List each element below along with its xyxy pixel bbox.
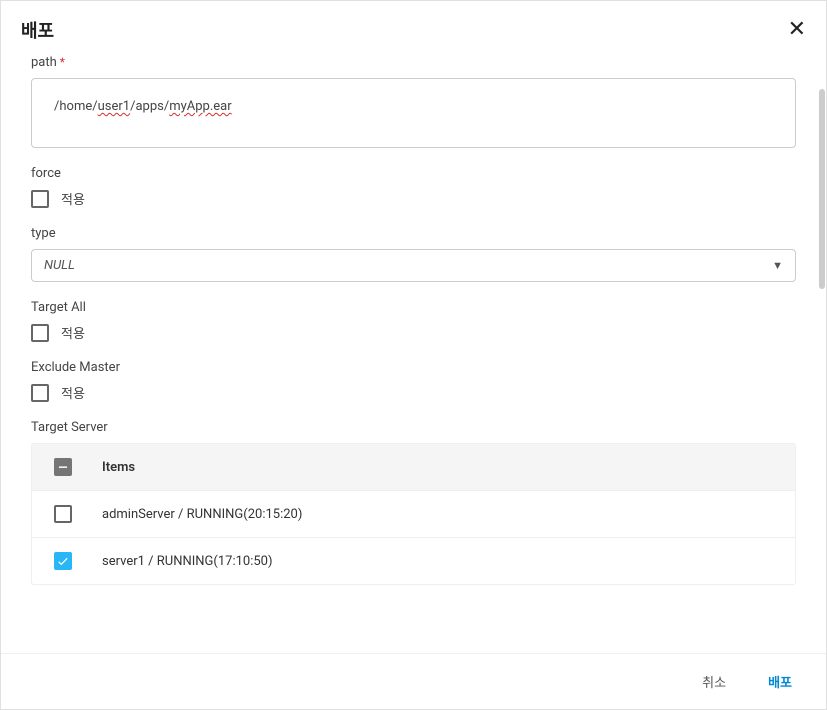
path-text-4: myApp.ear	[169, 99, 231, 114]
exclude-master-checkbox[interactable]	[31, 384, 49, 402]
table-row: adminServer / RUNNING(20:15:20)	[32, 491, 795, 538]
row-text-server1: server1 / RUNNING(17:10:50)	[102, 554, 273, 569]
target-server-label: Target Server	[31, 420, 796, 435]
path-text-2: user1	[98, 99, 130, 114]
target-all-field: Target All 적용	[31, 300, 796, 342]
exclude-master-checkbox-label: 적용	[61, 383, 85, 402]
items-column-header: Items	[102, 460, 135, 475]
exclude-master-field: Exclude Master 적용	[31, 360, 796, 402]
force-checkbox[interactable]	[31, 190, 49, 208]
modal-header: 배포 ✕	[1, 1, 826, 55]
check-icon	[56, 554, 70, 568]
path-text-3: /apps/	[130, 99, 169, 114]
modal-footer: 취소 배포	[1, 653, 826, 709]
path-input[interactable]: /home/user1/apps/myApp.ear	[31, 78, 796, 148]
force-label: force	[31, 166, 796, 181]
scrollbar[interactable]	[819, 89, 825, 289]
target-server-field: Target Server Items adminServer / RUNNIN…	[31, 420, 796, 585]
type-label: type	[31, 226, 796, 241]
target-all-label: Target All	[31, 300, 796, 315]
path-field: path * /home/user1/apps/myApp.ear	[31, 55, 796, 148]
table-header: Items	[32, 444, 795, 491]
row-checkbox-server1[interactable]	[54, 552, 72, 570]
chevron-down-icon: ▼	[772, 259, 783, 272]
force-checkbox-label: 적용	[61, 189, 85, 208]
type-select-value: NULL	[44, 258, 75, 273]
exclude-master-label: Exclude Master	[31, 360, 796, 375]
type-select[interactable]: NULL ▼	[31, 249, 796, 282]
row-text-adminserver: adminServer / RUNNING(20:15:20)	[102, 507, 302, 522]
select-all-checkbox[interactable]	[54, 458, 72, 476]
modal-title: 배포	[21, 17, 54, 43]
target-server-table: Items adminServer / RUNNING(20:15:20) se…	[31, 443, 796, 585]
target-all-checkbox-label: 적용	[61, 323, 85, 342]
table-row: server1 / RUNNING(17:10:50)	[32, 538, 795, 584]
target-all-checkbox[interactable]	[31, 324, 49, 342]
type-field: type NULL ▼	[31, 226, 796, 282]
submit-button[interactable]: 배포	[762, 668, 798, 695]
target-all-checkbox-row: 적용	[31, 323, 796, 342]
path-label-text: path	[31, 55, 57, 70]
row-checkbox-adminserver[interactable]	[54, 505, 72, 523]
deploy-modal: 배포 ✕ path * /home/user1/apps/myApp.ear f…	[0, 0, 827, 710]
force-checkbox-row: 적용	[31, 189, 796, 208]
close-icon[interactable]: ✕	[788, 19, 806, 41]
path-text-1: /home/	[54, 99, 98, 114]
required-asterisk: *	[60, 55, 65, 69]
force-field: force 적용	[31, 166, 796, 208]
exclude-master-checkbox-row: 적용	[31, 383, 796, 402]
indeterminate-icon	[56, 460, 70, 474]
cancel-button[interactable]: 취소	[696, 668, 732, 695]
modal-body: path * /home/user1/apps/myApp.ear force …	[1, 55, 826, 649]
path-label: path *	[31, 55, 796, 70]
